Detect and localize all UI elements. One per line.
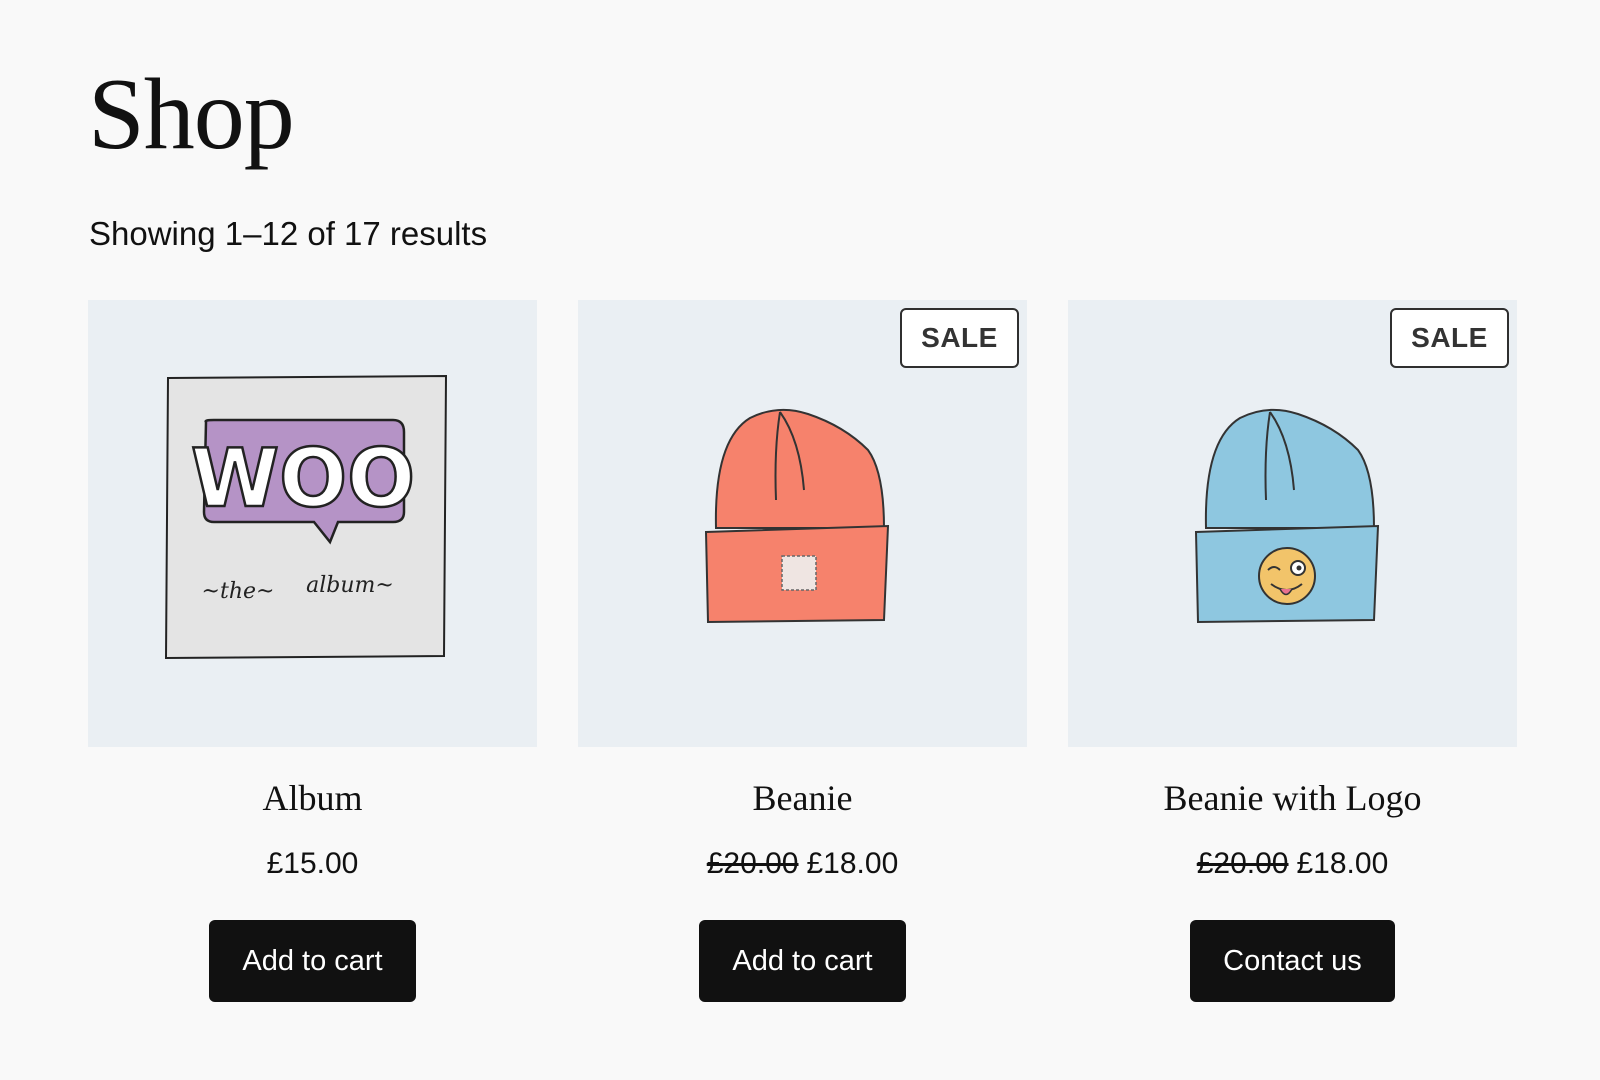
product-card-beanie-with-logo: SALE Beanie with Logo £20.00 £18.00 Conta… [1068, 300, 1517, 1003]
regular-price: £20.00 [1196, 847, 1289, 881]
product-price: £15.00 [267, 846, 359, 882]
product-image-link[interactable]: SALE [1068, 300, 1517, 747]
product-grid: WOO ~the~ album~ Album £15.00 Add to car… [88, 300, 1517, 1003]
contact-us-button[interactable]: Contact us [1190, 920, 1395, 1003]
svg-text:WOO: WOO [191, 432, 415, 525]
sale-price: £18.00 [806, 847, 899, 881]
price-value: £15.00 [266, 847, 359, 881]
svg-text:~the~: ~the~ [202, 579, 275, 604]
product-price: £20.00 £18.00 [707, 846, 899, 882]
product-title[interactable]: Beanie with Logo [1164, 777, 1422, 820]
page-title: Shop [88, 58, 295, 171]
product-card-album: WOO ~the~ album~ Album £15.00 Add to car… [88, 300, 537, 1003]
sale-badge: SALE [900, 308, 1019, 368]
product-price: £20.00 £18.00 [1197, 846, 1389, 882]
result-count: Showing 1–12 of 17 results [89, 215, 488, 252]
product-card-beanie: SALE Beanie £20.00 £18.00 Add to cart [578, 300, 1027, 1003]
product-image-link[interactable]: WOO ~the~ album~ [88, 300, 537, 747]
product-title[interactable]: Album [262, 777, 362, 820]
sale-badge: SALE [1390, 308, 1509, 368]
add-to-cart-button[interactable]: Add to cart [699, 920, 906, 1003]
product-title[interactable]: Beanie [753, 777, 853, 820]
regular-price: £20.00 [706, 847, 799, 881]
sale-price: £18.00 [1296, 847, 1389, 881]
product-image-link[interactable]: SALE [578, 300, 1027, 747]
add-to-cart-button[interactable]: Add to cart [209, 920, 416, 1003]
woo-album-cover-icon: WOO ~the~ album~ [164, 374, 448, 660]
svg-text:album~: album~ [306, 573, 394, 598]
